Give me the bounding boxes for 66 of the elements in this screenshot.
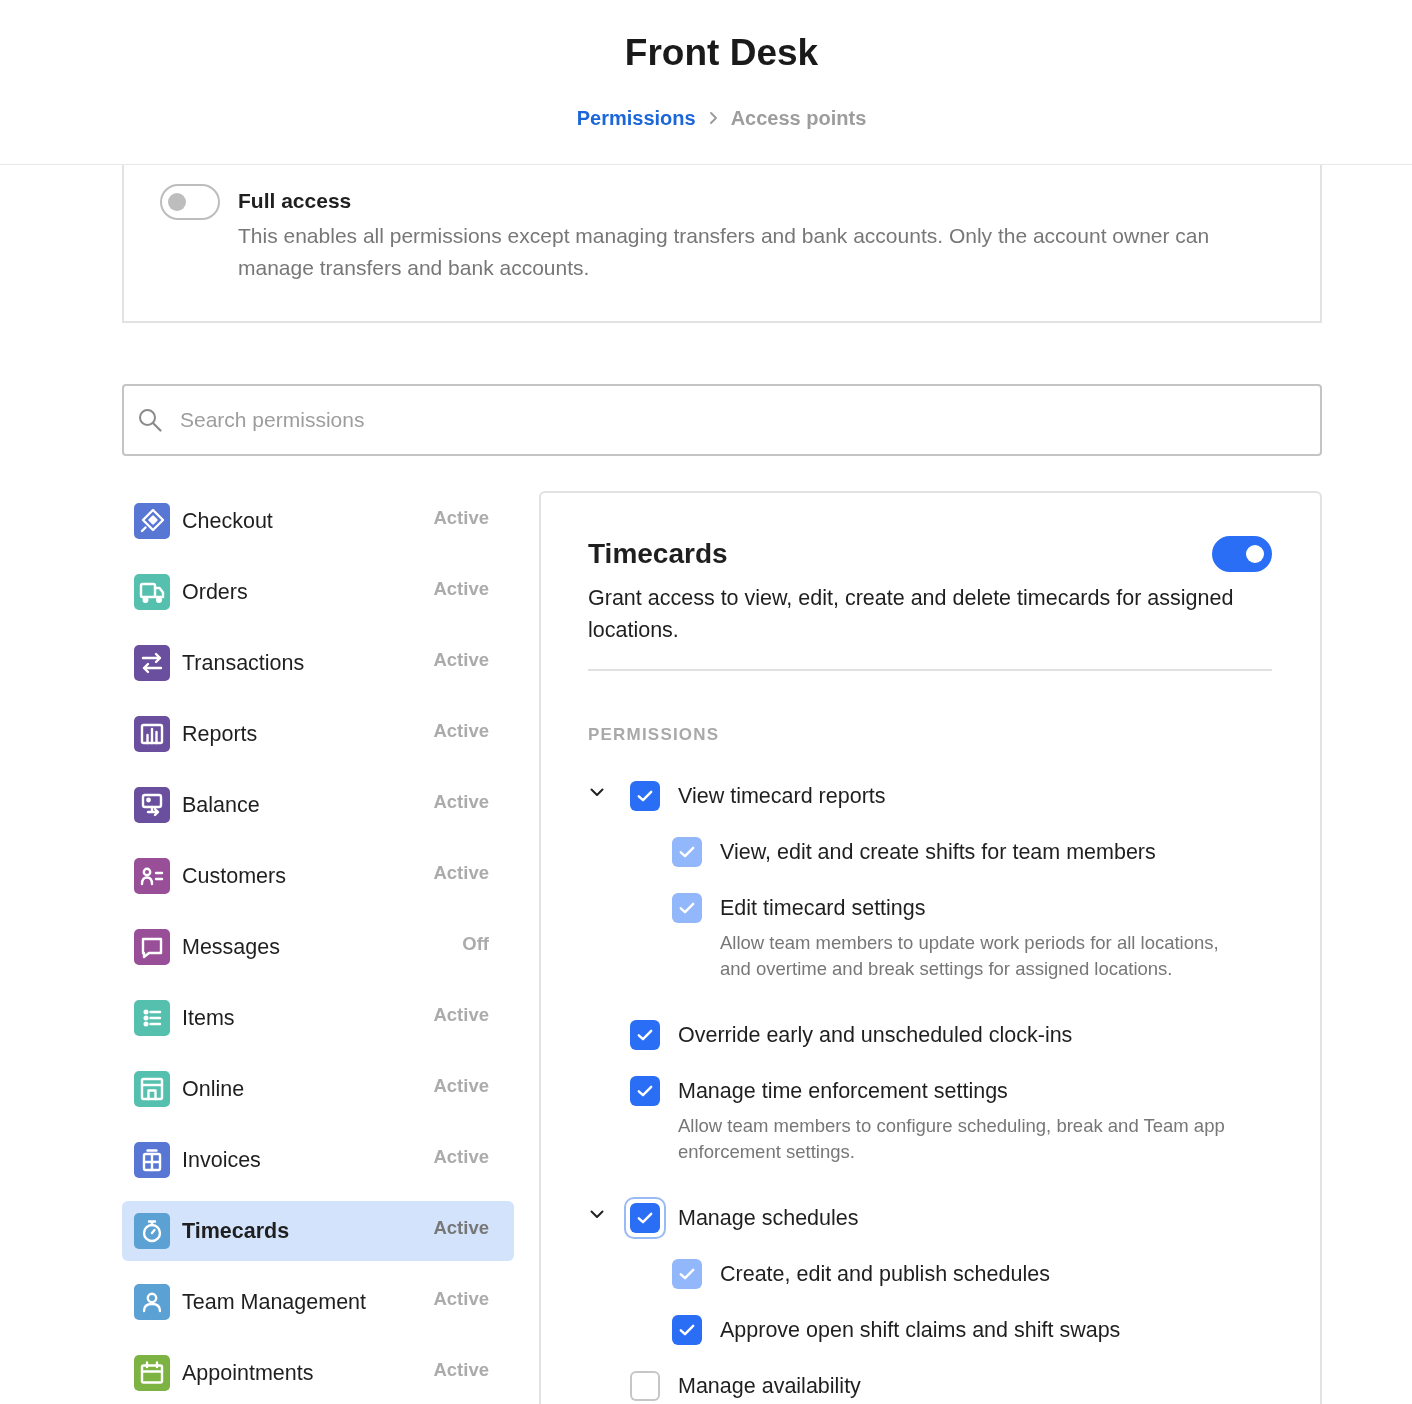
permission-label: Create, edit and publish schedules	[720, 1261, 1050, 1287]
chevron-down-icon[interactable]	[590, 1209, 604, 1219]
full-access-toggle[interactable]	[160, 184, 220, 220]
checkmark-icon	[679, 902, 695, 914]
status-label: Active	[433, 507, 489, 530]
status-label: Active	[433, 1288, 489, 1311]
chevron-down-icon[interactable]	[590, 787, 604, 797]
sidebar-item[interactable]: Appointments Active	[122, 1343, 514, 1403]
checkbox[interactable]	[672, 1315, 702, 1345]
sidebar-item[interactable]: Orders Active	[122, 562, 514, 622]
permission-description: Allow team members to configure scheduling, break and Team app enforcement settings.	[678, 1114, 1226, 1164]
status-label: Active	[433, 1004, 489, 1027]
permission-label: View, edit and create shifts for team members	[720, 839, 1156, 865]
status-label: Active	[433, 578, 489, 601]
sidebar-item[interactable]: Online Active	[122, 1059, 514, 1119]
status-label: Active	[433, 649, 489, 672]
sidebar-item[interactable]: Customers Active	[122, 846, 514, 906]
sidebar-item[interactable]: Messages Off	[122, 917, 514, 977]
checkmark-icon	[637, 790, 653, 802]
permission-description: Allow team members to update work periods for all locations, and overtime and break settings for assigned locations.	[720, 931, 1220, 981]
checkmark-icon	[679, 846, 695, 858]
search-icon	[138, 408, 162, 432]
timecards-toggle[interactable]	[1212, 536, 1272, 572]
checkbox[interactable]	[630, 1076, 660, 1106]
breadcrumb-current: Access points	[730, 106, 867, 130]
sidebar-item[interactable]: Items Active	[122, 988, 514, 1048]
permission-label: Override early and unscheduled clock-ins	[678, 1022, 1073, 1048]
checkmark-icon	[637, 1029, 653, 1041]
checkbox[interactable]	[630, 781, 660, 811]
permissions-heading: PERMISSIONS	[588, 724, 721, 746]
permission-label: Manage availability	[678, 1373, 861, 1399]
checkbox[interactable]	[630, 1020, 660, 1050]
checkmark-icon	[637, 1085, 653, 1097]
full-access-description: This enables all permissions except managing transfers and bank accounts. Only the account owner can manage transfers and bank accounts.	[238, 223, 1211, 281]
page-title: Front Desk	[623, 31, 820, 75]
chevron-right-icon	[709, 112, 717, 124]
section-description: Grant access to view, edit, create and delete timecards for assigned locations.	[588, 585, 1235, 644]
sidebar-item[interactable]: Invoices Active	[122, 1130, 514, 1190]
checkmark-icon	[679, 1324, 695, 1336]
status-label: Active	[433, 1146, 489, 1169]
sidebar-item[interactable]: Team Management Active	[122, 1272, 514, 1332]
status-label: Active	[433, 791, 489, 814]
section-title: Timecards	[588, 537, 728, 571]
status-label: Active	[433, 720, 489, 743]
status-label: Active	[433, 1075, 489, 1098]
checkmark-icon	[679, 1268, 695, 1280]
status-label: Off	[462, 933, 489, 956]
sidebar-item[interactable]: Checkout Active	[122, 491, 514, 551]
sidebar-item[interactable]: Reports Active	[122, 704, 514, 764]
sidebar-item[interactable]: Timecards Active	[122, 1201, 514, 1261]
full-access-label: Full access	[238, 188, 353, 214]
checkmark-icon	[637, 1212, 653, 1224]
sidebar-item[interactable]: Balance Active	[122, 775, 514, 835]
permission-label: Edit timecard settings	[720, 895, 926, 921]
checkbox[interactable]	[630, 1371, 660, 1401]
status-label: Active	[433, 1359, 489, 1382]
permission-label: Manage schedules	[678, 1205, 859, 1231]
permission-label: View timecard reports	[678, 783, 886, 809]
breadcrumb-link[interactable]: Permissions	[576, 106, 696, 130]
search-field[interactable]: Search permissions	[122, 384, 1322, 456]
checkbox[interactable]	[630, 1203, 660, 1233]
status-label: Active	[433, 862, 489, 885]
status-label: Active	[433, 1217, 489, 1240]
permission-label: Approve open shift claims and shift swaps	[720, 1317, 1121, 1343]
sidebar-item[interactable]: Transactions Active	[122, 633, 514, 693]
permission-label: Manage time enforcement settings	[678, 1078, 1008, 1104]
